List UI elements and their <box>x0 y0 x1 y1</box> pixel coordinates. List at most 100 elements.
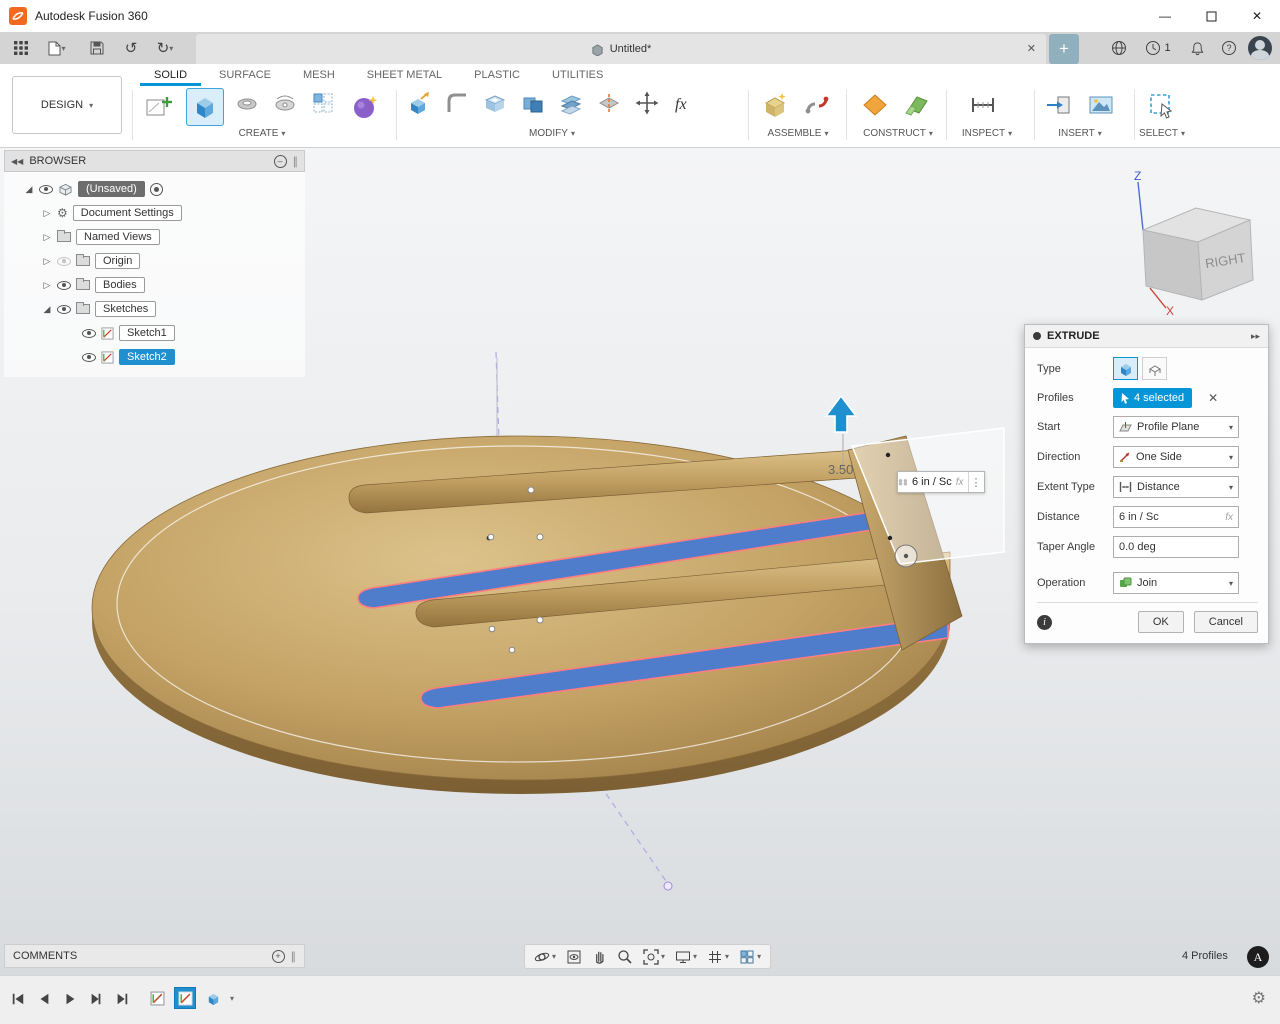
document-settings-label[interactable]: Document Settings <box>73 205 182 221</box>
pattern-icon[interactable] <box>308 88 338 118</box>
visibility-eye-icon[interactable] <box>57 305 71 314</box>
insert-derive-icon[interactable] <box>1042 88 1076 122</box>
collapse-panel-icon[interactable]: ◀◀ <box>11 157 23 166</box>
inline-distance-value[interactable]: 6 in / Sc <box>908 476 956 488</box>
modify-group-label[interactable]: MODIFY▾ <box>404 128 700 139</box>
extrude-icon[interactable] <box>186 88 224 126</box>
browser-row-origin[interactable]: ▷ Origin <box>4 249 305 273</box>
redo-icon[interactable]: ↻▾ <box>148 36 182 60</box>
extent-type-dropdown[interactable]: Distance ▾ <box>1113 476 1239 498</box>
origin-label[interactable]: Origin <box>95 253 140 269</box>
skip-to-start-icon[interactable] <box>6 987 30 1011</box>
expand-arrow-icon[interactable]: ▷ <box>42 280 52 291</box>
direction-dropdown[interactable]: One Side ▾ <box>1113 446 1239 468</box>
timeline-sketch1-icon[interactable] <box>146 987 168 1009</box>
insert-group-label[interactable]: INSERT▾ <box>1042 128 1118 139</box>
document-tab[interactable]: Untitled* ✕ <box>196 34 1046 64</box>
visibility-eye-icon[interactable] <box>39 185 53 194</box>
app-grid-icon[interactable] <box>8 36 34 60</box>
change-parameters-icon[interactable]: fx <box>670 88 700 118</box>
browser-row-sketch1[interactable]: Sketch1 <box>4 321 305 345</box>
expand-arrow-icon[interactable]: ◢ <box>24 184 34 195</box>
browser-row-document-settings[interactable]: ▷ ⚙ Document Settings <box>4 201 305 225</box>
extrude-arrow-manipulator[interactable] <box>826 396 856 432</box>
display-settings-icon[interactable]: ▾ <box>670 945 702 968</box>
look-at-icon[interactable] <box>561 945 587 968</box>
timeline-extrude-pending-icon[interactable] <box>202 987 224 1009</box>
thin-extrude-type-button[interactable] <box>1142 357 1167 380</box>
tab-plastic[interactable]: PLASTIC <box>460 66 534 86</box>
revolve-icon[interactable] <box>232 88 262 118</box>
browser-row-root[interactable]: ◢ (Unsaved) <box>4 177 305 201</box>
move-copy-icon[interactable] <box>632 88 662 118</box>
fit-icon[interactable]: ▾ <box>638 945 670 968</box>
start-dropdown[interactable]: Profile Plane ▾ <box>1113 416 1239 438</box>
bodies-label[interactable]: Bodies <box>95 277 145 293</box>
sketches-label[interactable]: Sketches <box>95 301 156 317</box>
browser-row-sketch2[interactable]: Sketch2 <box>4 345 305 369</box>
viewports-icon[interactable]: ▾ <box>734 945 766 968</box>
press-pull-icon[interactable] <box>404 88 434 118</box>
visibility-eye-icon[interactable] <box>57 281 71 290</box>
undock-dialog-icon[interactable]: ▸▸ <box>1251 331 1260 342</box>
sketch-point[interactable] <box>537 617 543 623</box>
sketch-point[interactable] <box>489 626 495 632</box>
taper-angle-input[interactable]: 0.0 deg <box>1113 536 1239 558</box>
sketch-point[interactable] <box>886 453 890 457</box>
sketch-point[interactable] <box>537 534 543 540</box>
save-icon[interactable] <box>84 36 110 60</box>
inline-distance-input[interactable]: ●●●● 6 in / Sc fx ⋮ <box>897 471 985 493</box>
create-group-label[interactable]: CREATE▾ <box>140 128 384 139</box>
browser-row-named-views[interactable]: ▷ Named Views <box>4 225 305 249</box>
tab-utilities[interactable]: UTILITIES <box>538 66 617 86</box>
close-button[interactable]: ✕ <box>1234 0 1280 32</box>
extensions-globe-icon[interactable] <box>1106 35 1132 61</box>
offset-face-icon[interactable] <box>556 88 586 118</box>
operation-dropdown[interactable]: Join ▾ <box>1113 572 1239 594</box>
assistant-avatar[interactable]: A <box>1247 946 1269 968</box>
grid-snap-icon[interactable]: ▾ <box>702 945 734 968</box>
root-component-label[interactable]: (Unsaved) <box>78 181 145 197</box>
offset-plane-icon[interactable] <box>900 88 934 122</box>
drag-handle-icon[interactable]: ●●●● <box>898 479 908 485</box>
named-views-label[interactable]: Named Views <box>76 229 160 245</box>
undo-icon[interactable]: ↺ <box>118 36 144 60</box>
joint-icon[interactable] <box>800 88 834 122</box>
tab-sheet-metal[interactable]: SHEET METAL <box>353 66 456 86</box>
split-body-icon[interactable] <box>594 88 624 118</box>
clear-selection-icon[interactable]: ✕ <box>1208 391 1218 405</box>
step-back-icon[interactable] <box>32 987 56 1011</box>
shell-icon[interactable] <box>480 88 510 118</box>
create-form-icon[interactable] <box>346 88 384 126</box>
minimize-panel-icon[interactable]: – <box>274 155 287 168</box>
construct-group-label[interactable]: CONSTRUCT▾ <box>852 128 944 139</box>
notifications-bell-icon[interactable] <box>1184 35 1210 61</box>
play-icon[interactable] <box>58 987 82 1011</box>
expand-arrow-icon[interactable]: ▷ <box>42 256 52 267</box>
sketch-point[interactable] <box>888 536 892 540</box>
fillet-icon[interactable] <box>442 88 472 118</box>
expand-arrow-icon[interactable]: ▷ <box>42 232 52 243</box>
combine-icon[interactable] <box>518 88 548 118</box>
sketch-point[interactable] <box>528 487 534 493</box>
step-forward-icon[interactable] <box>84 987 108 1011</box>
sketch2-label[interactable]: Sketch2 <box>119 349 175 365</box>
minimize-button[interactable]: — <box>1142 0 1188 32</box>
tab-mesh[interactable]: MESH <box>289 66 349 86</box>
workspace-selector[interactable]: DESIGN ▾ <box>12 76 122 134</box>
orbit-icon[interactable]: ▾ <box>529 945 561 968</box>
panel-drag-handle-icon[interactable]: ∥ <box>291 950 297 963</box>
activate-component-radio[interactable] <box>150 183 163 196</box>
new-component-icon[interactable] <box>758 88 792 122</box>
maximize-button[interactable] <box>1188 0 1234 32</box>
visibility-eye-icon[interactable] <box>82 353 96 362</box>
timeline-sketch2-icon[interactable] <box>174 987 196 1009</box>
select-group-label[interactable]: SELECT▾ <box>1128 128 1196 139</box>
job-status-clock-icon[interactable]: 1 <box>1138 35 1178 61</box>
sketch1-label[interactable]: Sketch1 <box>119 325 175 341</box>
zoom-icon[interactable] <box>612 945 638 968</box>
new-tab-button[interactable]: + <box>1049 34 1079 64</box>
sweep-icon[interactable] <box>270 88 300 118</box>
tab-solid[interactable]: SOLID <box>140 66 201 86</box>
expand-arrow-icon[interactable]: ▷ <box>42 208 52 219</box>
